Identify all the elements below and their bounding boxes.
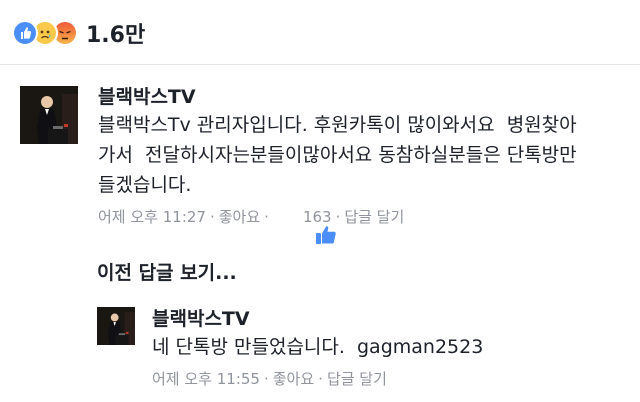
comment-author[interactable]: 블랙박스TV: [152, 306, 483, 332]
reply-link[interactable]: 답글 달기: [344, 206, 404, 227]
reaction-count: 1.6만: [86, 23, 146, 48]
avatar[interactable]: [20, 86, 78, 144]
comment-text-line: 가서 전달하시자는분들이많아서요 동참하실분들은 단톡방만: [98, 144, 577, 166]
comment-meta: 어제 오후 11:27 · 좋아요 · 163 · 답글 달기: [98, 206, 577, 244]
thumbs-up-icon[interactable]: [277, 207, 336, 244]
comment-text: 네 단톡방 만들었습니다. gagman2523: [152, 336, 484, 358]
comment-timestamp[interactable]: 어제 오후 11:27: [98, 206, 206, 227]
like-count[interactable]: 163: [303, 208, 332, 226]
divider: [0, 64, 640, 65]
comment-text-line: 들겠습니다.: [98, 174, 192, 196]
reply-link[interactable]: 답글 달기: [327, 368, 387, 389]
avatar[interactable]: [97, 307, 135, 345]
comment-meta: 어제 오후 11:55 · 좋아요 · 답글 달기: [152, 368, 387, 389]
comment-author[interactable]: 블랙박스TV: [98, 84, 577, 110]
reaction-summary[interactable]: 1.6만: [12, 14, 145, 52]
comment-timestamp[interactable]: 어제 오후 11:55: [152, 368, 260, 389]
like-link[interactable]: 좋아요: [219, 206, 260, 227]
comment-text-line: 블랙박스Tv 관리자입니다. 후원카톡이 많이와서요 병원찾아: [98, 114, 577, 136]
like-icon: [12, 20, 38, 46]
view-previous-replies[interactable]: 이전 답글 보기...: [97, 258, 237, 285]
like-link[interactable]: 좋아요: [273, 368, 314, 389]
